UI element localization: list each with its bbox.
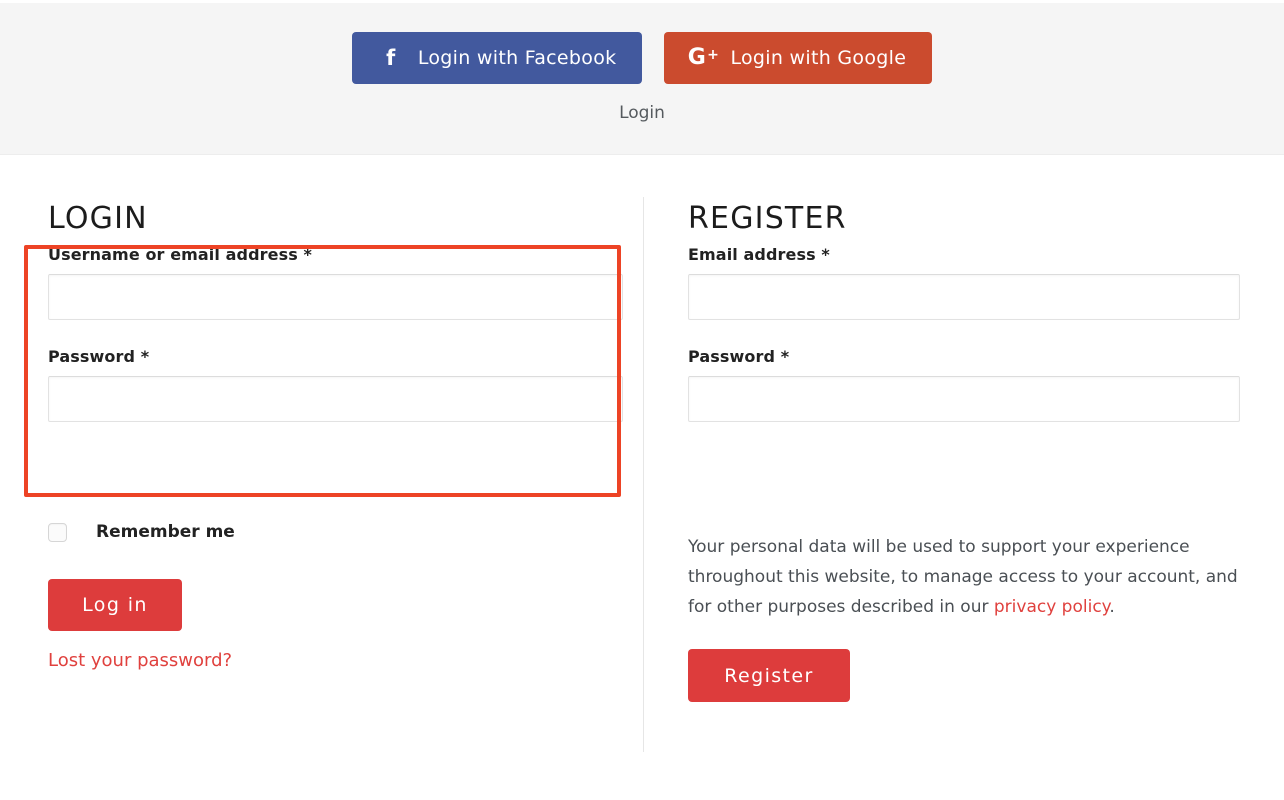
forms-columns: LOGIN Username or email address * Passwo… bbox=[0, 155, 1284, 800]
privacy-notice-text-after: . bbox=[1109, 597, 1115, 617]
register-email-input[interactable] bbox=[688, 274, 1240, 320]
register-button[interactable]: Register bbox=[688, 649, 850, 702]
social-buttons-row: f Login with Facebook G + Login with Goo… bbox=[0, 32, 1284, 84]
google-plus-icon: G + bbox=[687, 45, 720, 70]
login-with-facebook-button[interactable]: f Login with Facebook bbox=[351, 32, 643, 84]
lost-password-link[interactable]: Lost your password? bbox=[48, 650, 232, 671]
login-username-label: Username or email address * bbox=[48, 245, 312, 264]
log-in-button[interactable]: Log in bbox=[48, 579, 182, 631]
register-heading: REGISTER bbox=[688, 201, 847, 236]
login-with-google-button[interactable]: G + Login with Google bbox=[664, 32, 933, 84]
column-divider bbox=[643, 197, 644, 752]
privacy-policy-link[interactable]: privacy policy bbox=[994, 597, 1109, 617]
login-heading: LOGIN bbox=[48, 201, 148, 236]
google-plus-sign: + bbox=[707, 47, 720, 63]
login-with-google-label: Login with Google bbox=[730, 47, 907, 69]
login-register-page: f Login with Facebook G + Login with Goo… bbox=[0, 0, 1284, 800]
register-fields: Email address * Password * bbox=[688, 245, 1240, 422]
register-password-label: Password * bbox=[688, 347, 790, 366]
login-password-label: Password * bbox=[48, 347, 150, 366]
privacy-notice: Your personal data will be used to suppo… bbox=[688, 532, 1240, 622]
login-fields: Username or email address * Password * bbox=[48, 245, 623, 422]
login-username-input[interactable] bbox=[48, 274, 623, 320]
register-email-field: Email address * bbox=[688, 245, 1240, 320]
register-password-field: Password * bbox=[688, 347, 1240, 422]
facebook-f-icon: f bbox=[386, 45, 396, 70]
google-g-letter: G bbox=[687, 45, 707, 70]
login-password-input[interactable] bbox=[48, 376, 623, 422]
register-email-label: Email address * bbox=[688, 245, 830, 264]
privacy-notice-text-before: Your personal data will be used to suppo… bbox=[688, 537, 1238, 617]
register-password-input[interactable] bbox=[688, 376, 1240, 422]
social-login-band: f Login with Facebook G + Login with Goo… bbox=[0, 3, 1284, 155]
remember-me-label[interactable]: Remember me bbox=[96, 522, 235, 542]
social-band-caption: Login bbox=[619, 103, 665, 123]
login-password-field: Password * bbox=[48, 347, 623, 422]
remember-me-row: Remember me bbox=[48, 522, 235, 542]
remember-me-checkbox[interactable] bbox=[48, 522, 67, 542]
login-with-facebook-label: Login with Facebook bbox=[417, 47, 617, 69]
login-username-field: Username or email address * bbox=[48, 245, 623, 320]
